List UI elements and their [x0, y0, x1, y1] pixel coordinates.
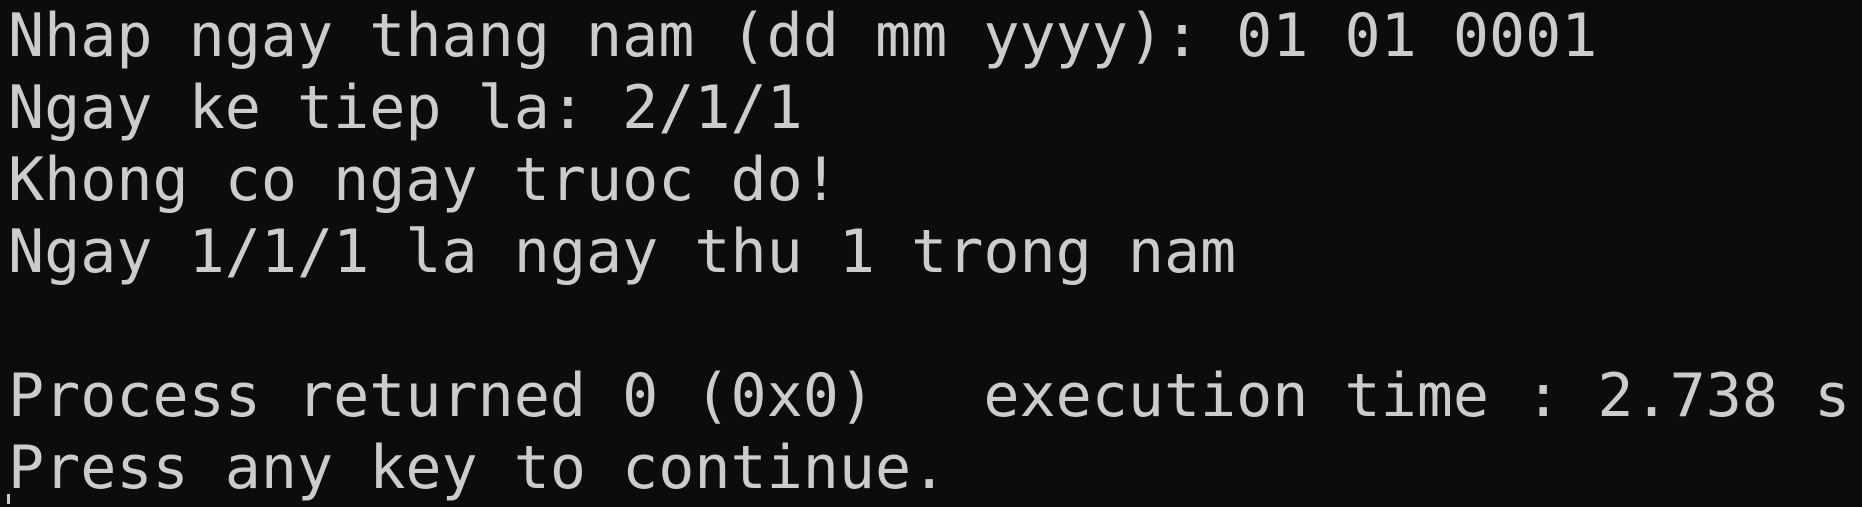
- console-line-process-returned: Process returned 0 (0x0) execution time …: [8, 361, 1851, 431]
- console-line-previous-day: Khong co ngay truoc do!: [8, 145, 839, 215]
- console-window[interactable]: Nhap ngay thang nam (dd mm yyyy): 01 01 …: [0, 0, 1862, 507]
- console-line-next-day: Ngay ke tiep la: 2/1/1: [8, 73, 803, 143]
- console-line-date-prompt: Nhap ngay thang nam (dd mm yyyy): 01 01 …: [8, 1, 1598, 71]
- text-cursor: [7, 494, 10, 504]
- console-line-day-of-year: Ngay 1/1/1 la ngay thu 1 trong nam: [8, 217, 1237, 287]
- console-line-press-any-key: Press any key to continue.: [8, 433, 948, 503]
